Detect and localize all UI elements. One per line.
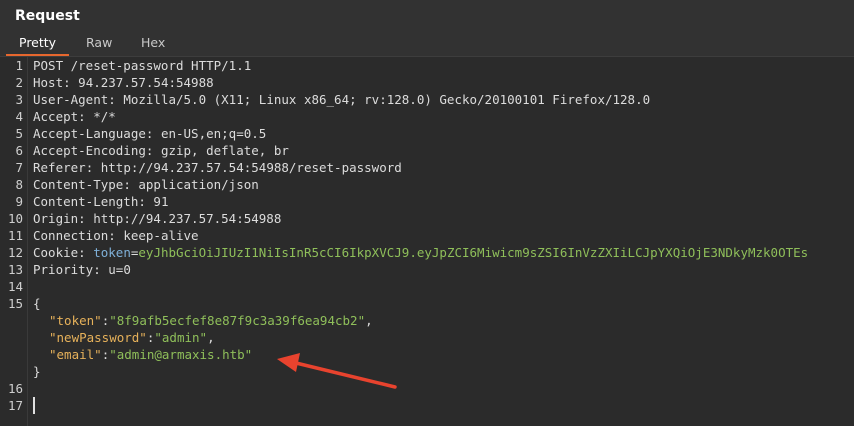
annotation-arrow-icon: [277, 353, 397, 389]
request-panel: Request Pretty Raw Hex 1 2 3 4 5 6 7 8 9…: [0, 0, 854, 426]
